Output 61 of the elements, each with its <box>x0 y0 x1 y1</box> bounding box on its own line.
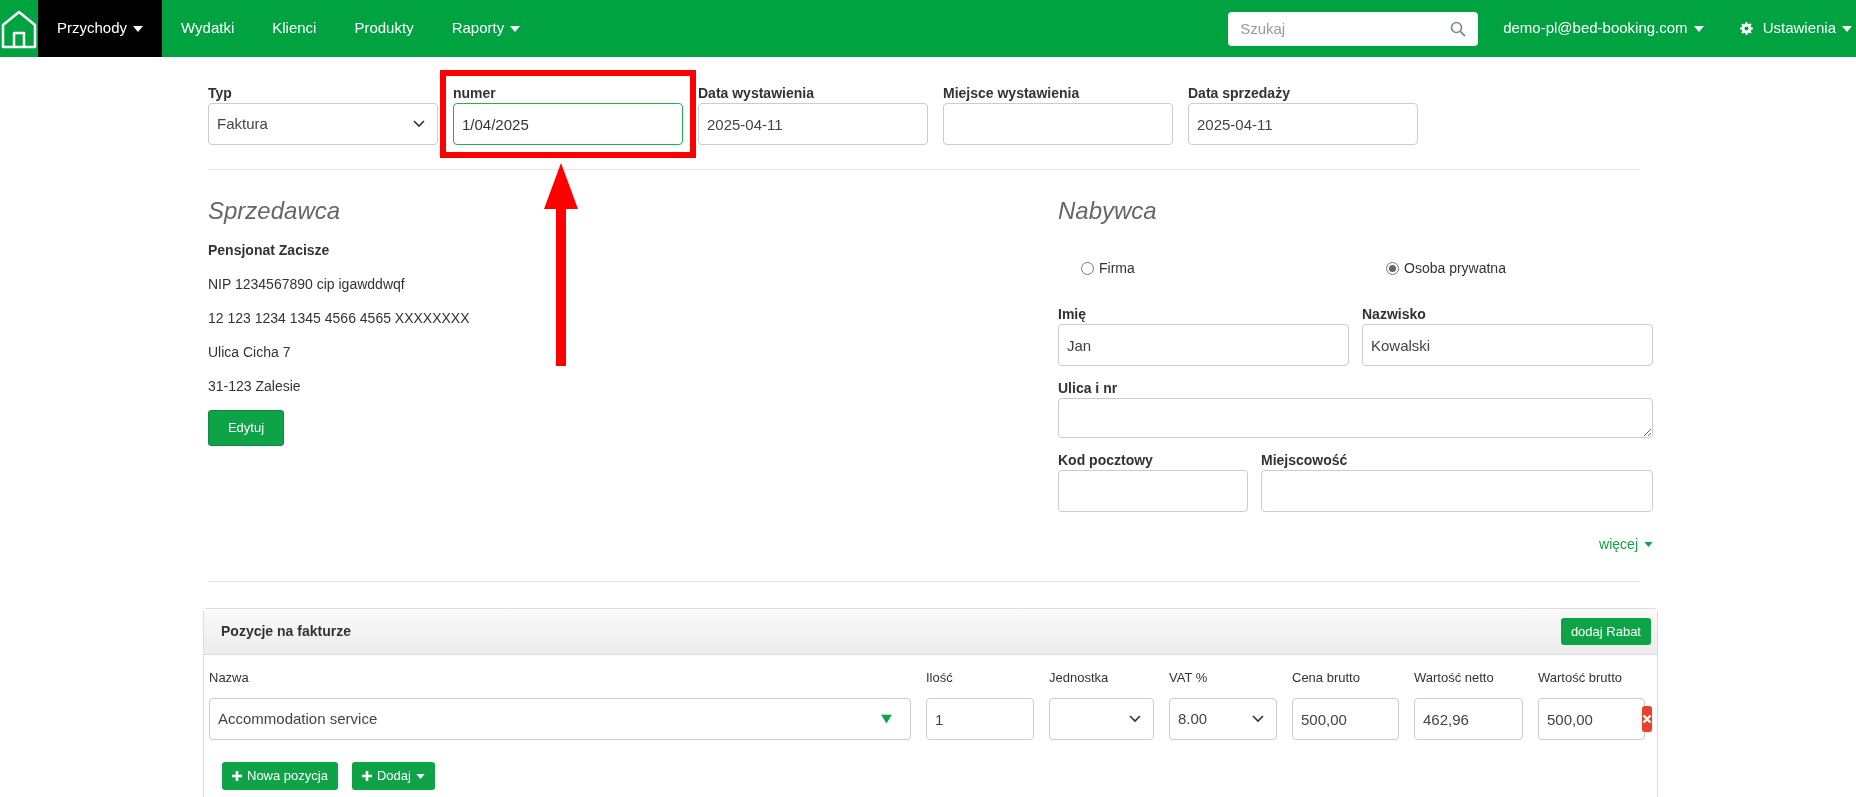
column-header: Ilość <box>926 669 954 687</box>
text-input[interactable]: 462,96 <box>1414 698 1523 740</box>
field-label: Nazwisko <box>1362 305 1427 324</box>
chevron-down-icon <box>1129 715 1141 723</box>
text-input[interactable]: 2025-04-11 <box>1188 103 1418 145</box>
plus-icon <box>361 771 372 781</box>
seller-name: Pensjonat Zacisze <box>208 241 331 260</box>
panel-title: Pozycje na fakturze <box>221 622 351 641</box>
column-header: Wartość brutto <box>1538 669 1624 687</box>
field-label: Miejsce wystawienia <box>943 84 1081 103</box>
section-heading: Nabywca <box>1058 196 1158 226</box>
nav-menu-item[interactable]: Przychody <box>38 0 163 57</box>
field-label: Imię <box>1058 305 1087 324</box>
select-field[interactable] <box>1049 698 1154 740</box>
house-icon[interactable] <box>1 8 37 49</box>
caret-icon <box>1693 25 1704 32</box>
caret-icon <box>1644 542 1653 547</box>
delete-button[interactable] <box>1642 706 1652 732</box>
radio-button[interactable] <box>1081 261 1094 275</box>
field-label: Ulica i nr <box>1058 379 1119 398</box>
caret-icon <box>1842 25 1852 32</box>
field-label: Kod pocztowy <box>1058 451 1154 470</box>
radio-option[interactable]: Firma <box>1081 258 1386 278</box>
text-input[interactable] <box>943 103 1173 145</box>
seller-detail: 31-123 Zalesie <box>208 377 302 396</box>
select-field[interactable]: 8.00 <box>1169 698 1277 740</box>
text-input[interactable]: 1/04/2025 <box>453 103 683 145</box>
seller-detail: 12 123 1234 1345 4566 4565 XXXXXXXX <box>208 309 471 328</box>
field-label: numer <box>453 84 497 103</box>
text-input[interactable]: 1 <box>926 698 1034 740</box>
seller-detail: Ulica Cicha 7 <box>208 343 292 362</box>
search-icon[interactable] <box>1450 20 1467 37</box>
field-label: Data sprzedaży <box>1188 84 1291 103</box>
text-input[interactable] <box>1058 470 1248 512</box>
field-label: Miejscowość <box>1261 451 1349 470</box>
search-field[interactable]: Szukaj <box>1228 11 1479 46</box>
chevron-down-icon <box>1252 715 1264 723</box>
triangle-down-icon <box>881 714 892 724</box>
seller-detail: NIP 1234567890 cip igawddwqf <box>208 275 406 294</box>
text-input[interactable]: 500,00 <box>1538 698 1645 740</box>
text-input[interactable]: Kowalski <box>1362 324 1653 366</box>
column-header: VAT % <box>1169 669 1209 687</box>
radio-option[interactable]: Osoba prywatna <box>1386 258 1506 278</box>
gear-icon <box>1739 22 1753 35</box>
column-header: Nazwa <box>209 669 250 687</box>
column-header: Cena brutto <box>1292 669 1361 687</box>
plus-icon <box>232 771 242 781</box>
product-combobox[interactable]: Accommodation service <box>209 698 911 740</box>
text-input[interactable]: 2025-04-11 <box>698 103 928 145</box>
column-header: Jednostka <box>1049 669 1110 687</box>
chevron-down-icon <box>413 120 425 128</box>
type-select[interactable]: Faktura <box>208 103 438 145</box>
section-heading: Sprzedawca <box>208 196 342 226</box>
text-input[interactable]: Jan <box>1058 324 1349 366</box>
field-label: Data wystawienia <box>698 84 815 103</box>
text-input[interactable]: 500,00 <box>1292 698 1399 740</box>
text-input[interactable] <box>1261 470 1653 512</box>
radio-button[interactable] <box>1386 261 1399 275</box>
field-label: Typ <box>208 84 233 103</box>
column-header: Wartość netto <box>1414 669 1495 687</box>
close-icon <box>1642 714 1652 724</box>
